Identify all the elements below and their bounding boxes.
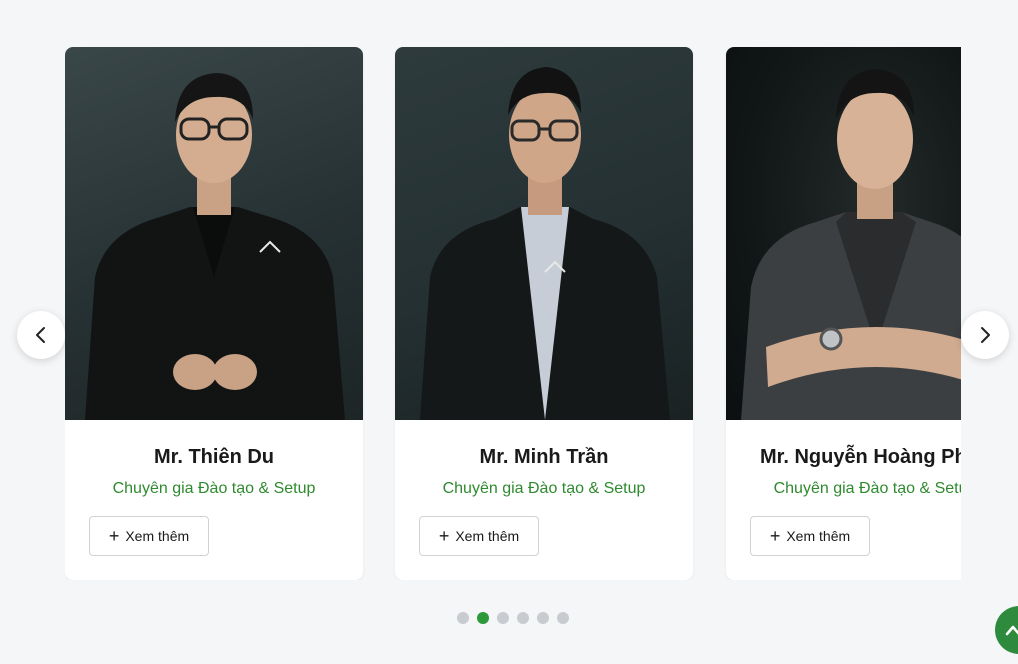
expert-photo [395,47,693,420]
pagination-dot[interactable] [457,612,469,624]
chevron-up-icon [1005,625,1018,636]
expert-card: Mr. Nguyễn Hoàng Phúc Chuyên gia Đào tạo… [726,47,961,580]
carousel-prev-button[interactable] [17,311,65,359]
chevron-right-icon [981,327,990,343]
pagination-dot[interactable] [557,612,569,624]
view-more-label: Xem thêm [786,528,851,544]
view-more-label: Xem thêm [455,528,520,544]
scroll-to-top-button[interactable] [995,606,1018,654]
plus-icon: + [438,526,450,546]
expert-name: Mr. Thiên Du [154,446,274,468]
expert-role: Chuyên gia Đào tạo & Setup [112,480,316,497]
view-more-button[interactable]: + Xem thêm [750,516,870,556]
carousel-next-button[interactable] [961,311,1009,359]
expert-role: Chuyên gia Đào tạo & Setup [442,480,646,497]
pagination-dot[interactable] [497,612,509,624]
expert-role: Chuyên gia Đào tạo & Setup [773,480,961,497]
expert-photo [726,47,961,420]
plus-icon: + [108,526,120,546]
expert-name: Mr. Minh Trần [479,446,609,468]
pagination-dot[interactable] [517,612,529,624]
pagination-dot[interactable] [537,612,549,624]
view-more-button[interactable]: + Xem thêm [89,516,209,556]
expert-card: Mr. Thiên Du Chuyên gia Đào tạo & Setup … [65,47,363,580]
chevron-left-icon [36,327,45,343]
plus-icon: + [769,526,781,546]
expert-card: Mr. Minh Trần Chuyên gia Đào tạo & Setup… [395,47,693,580]
carousel-pagination [457,612,569,624]
view-more-button[interactable]: + Xem thêm [419,516,539,556]
expert-photo [65,47,363,420]
view-more-label: Xem thêm [125,528,190,544]
pagination-dot-active[interactable] [477,612,489,624]
carousel-viewport: Mr. Thiên Du Chuyên gia Đào tạo & Setup … [65,47,961,580]
expert-name: Mr. Nguyễn Hoàng Phúc [759,446,961,468]
